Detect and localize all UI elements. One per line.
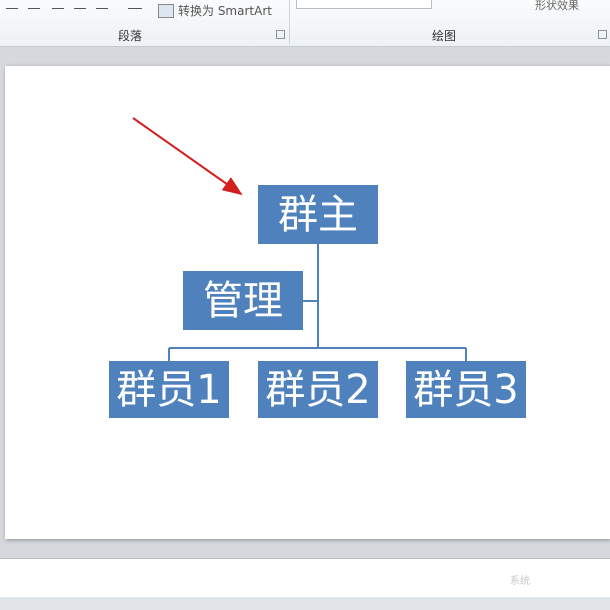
distribute-icon[interactable] — [96, 0, 108, 9]
root-label: 群主 — [278, 191, 358, 238]
org-root-node[interactable]: 群主 — [258, 185, 378, 244]
justify-icon[interactable] — [74, 0, 86, 9]
align-right-icon[interactable] — [52, 0, 64, 9]
org-member-node-3[interactable]: 群员3 — [406, 361, 526, 418]
convert-smartart-button[interactable]: 转换为 SmartArt — [158, 2, 272, 19]
drawing-dialog-launcher-icon[interactable] — [598, 30, 607, 39]
shapes-gallery[interactable] — [296, 0, 432, 9]
member-label-3: 群员3 — [413, 366, 519, 413]
align-left-icon[interactable] — [6, 0, 18, 9]
columns-icon[interactable] — [128, 0, 142, 9]
watermark: 系统 — [510, 576, 530, 587]
paragraph-group-label: 段落 — [118, 29, 143, 43]
align-center-icon[interactable] — [28, 0, 40, 9]
shape-effects-button[interactable]: 形状效果 — [535, 0, 579, 13]
org-member-node-1[interactable]: 群员1 — [109, 361, 229, 418]
member-label-1: 群员1 — [116, 366, 222, 413]
org-member-node-2[interactable]: 群员2 — [258, 361, 378, 418]
member-label-2: 群员2 — [265, 366, 371, 413]
smartart-icon — [158, 3, 174, 18]
connector-lines — [132, 117, 467, 361]
paragraph-dialog-launcher-icon[interactable] — [276, 30, 285, 39]
drawing-group-label: 绘图 — [432, 29, 457, 43]
slide-canvas[interactable]: 群主 管理 群员1 群员2 群员3 — [5, 66, 610, 539]
arrow-annotation — [132, 117, 243, 196]
assistant-label: 管理 — [203, 277, 283, 324]
status-bar — [0, 597, 610, 610]
smartart-label: 转换为 SmartArt — [178, 4, 272, 18]
group-separator — [289, 0, 290, 44]
org-assistant-node[interactable]: 管理 — [183, 271, 303, 330]
ribbon: 转换为 SmartArt 段落 绘图 形状效果 — [0, 0, 610, 47]
